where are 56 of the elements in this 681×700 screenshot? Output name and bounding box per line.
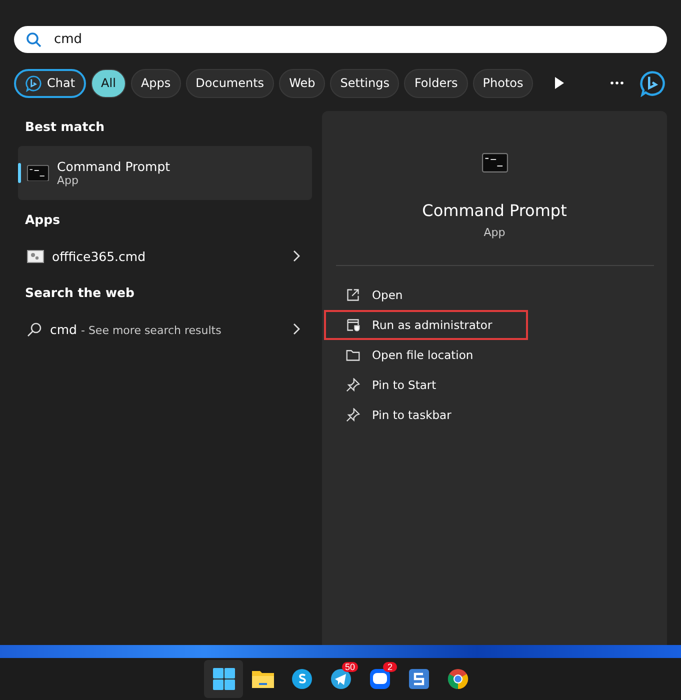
terminal-icon	[27, 164, 49, 182]
action-item[interactable]: Open file location	[324, 340, 667, 370]
bing-button[interactable]	[637, 68, 667, 98]
taskbar-app-button[interactable]: 2	[360, 660, 399, 698]
folder-icon	[346, 348, 360, 362]
more-icon	[610, 81, 624, 85]
filter-tab[interactable]: Photos	[472, 68, 534, 98]
chrome-logo-icon	[446, 668, 468, 690]
windows-logo-icon	[212, 668, 234, 690]
result-title: Command Prompt	[57, 159, 172, 174]
section-heading: Search the web	[24, 284, 136, 302]
chevron-right-icon	[292, 250, 300, 262]
search-box[interactable]: cmd	[14, 26, 667, 53]
app-type: App	[484, 226, 506, 238]
result-item[interactable]: cmd - See more search results	[18, 312, 312, 346]
filter-tab[interactable]: Apps	[130, 68, 181, 98]
notification-badge: 50	[342, 662, 358, 672]
section-heading: Best match	[24, 118, 106, 136]
search-field[interactable]: cmd	[52, 31, 655, 48]
pin-icon	[346, 408, 360, 422]
chat-bubble-icon	[25, 74, 42, 92]
action-item[interactable]: Pin to taskbar	[324, 400, 667, 430]
section-heading: Apps	[24, 211, 62, 229]
notification-badge: 2	[383, 662, 397, 672]
app-title: Command Prompt	[422, 200, 567, 220]
pin-icon	[346, 378, 360, 392]
result-item[interactable]: Command Prompt App	[18, 146, 312, 200]
chat-bubble-icon	[368, 668, 390, 690]
result-item[interactable]: offfice365.cmd	[18, 239, 312, 273]
result-title: offfice365.cmd	[52, 248, 147, 264]
action-item[interactable]: Run as administrator	[324, 310, 528, 340]
search-icon	[26, 32, 42, 48]
filter-tab[interactable]: Documents	[186, 68, 274, 98]
action-item[interactable]: Pin to Start	[324, 370, 667, 400]
chevron-right-icon	[292, 323, 300, 335]
filter-tab[interactable]: Folders	[404, 68, 468, 98]
gears-file-icon	[27, 250, 44, 262]
chat-button[interactable]: Chat	[14, 68, 86, 98]
filter-tab[interactable]: Web	[279, 68, 326, 98]
folder-icon	[250, 669, 274, 689]
filter-tab[interactable]: Settings	[330, 68, 400, 98]
result-title: cmd	[50, 322, 77, 336]
s-logo-icon	[408, 668, 430, 690]
filter-tab[interactable]: All	[91, 68, 126, 98]
action-item[interactable]: Open	[324, 280, 667, 310]
terminal-icon	[482, 153, 508, 172]
result-hint: - See more search results	[80, 324, 222, 336]
window-shield-icon	[346, 318, 360, 332]
external-link-icon	[346, 288, 360, 302]
play-icon	[554, 77, 564, 89]
result-type: App	[57, 174, 80, 187]
taskbar-app-button[interactable]	[204, 660, 243, 698]
search-icon	[27, 322, 42, 336]
chat-bubble-icon	[638, 70, 666, 96]
s-logo-icon	[290, 668, 312, 690]
taskbar-app-button[interactable]: 50	[321, 660, 360, 698]
